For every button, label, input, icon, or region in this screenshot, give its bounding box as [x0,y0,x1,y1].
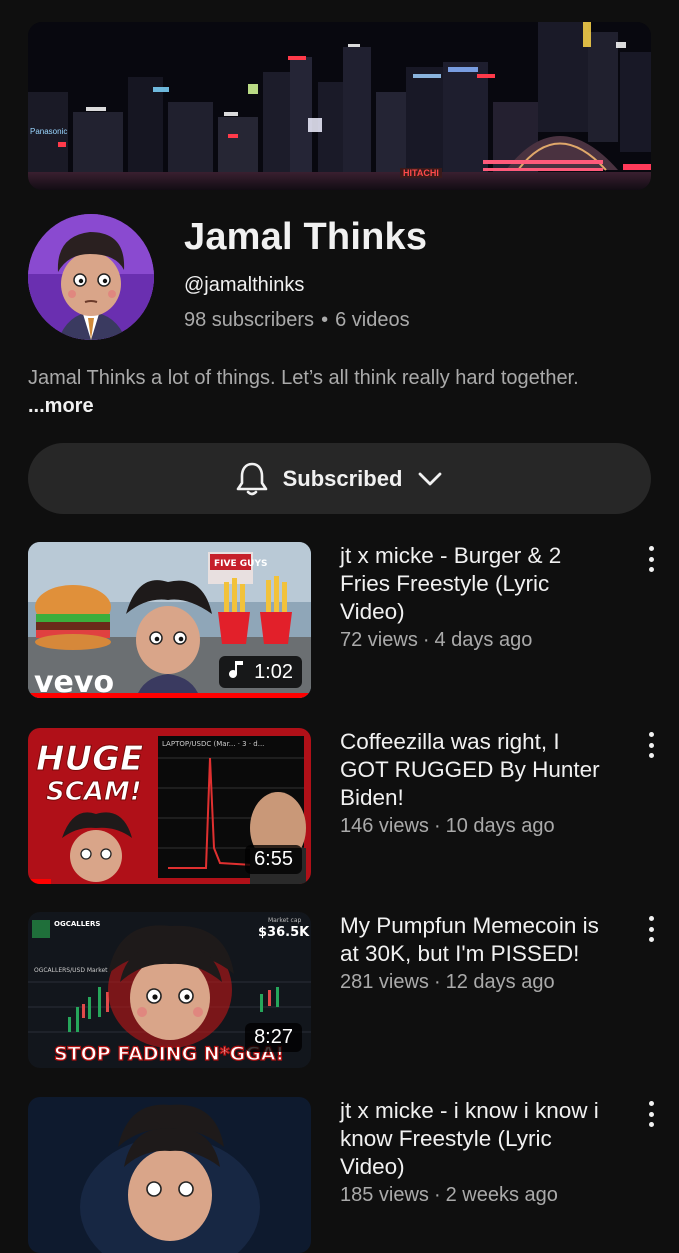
brand-text: OGCALLERS [54,920,100,928]
bell-icon [235,461,269,497]
subscribe-label: Subscribed [282,465,403,491]
duration-text: 1:02 [254,660,293,683]
video-thumbnail[interactable] [28,1097,311,1253]
sign-text: FIVE GUYS [214,559,267,569]
video-title-block[interactable]: Coffeezilla was right, I GOT RUGGED By H… [340,728,602,840]
video-meta: 146 views · 10 days ago [340,812,602,840]
view-count: 281 views [340,971,429,993]
more-options-icon[interactable] [644,916,658,942]
subscribe-button[interactable]: Subscribed [28,443,651,514]
mcap-value: $36.5K [258,925,310,940]
panasonic-sign: Panasonic [30,127,67,136]
duration-text: 8:27 [254,1026,293,1048]
chevron-down-icon [416,469,444,489]
pair-text: OGCALLERS/USD Market [34,967,108,974]
more-options-icon[interactable] [644,1101,658,1127]
upload-age: 10 days ago [445,815,555,837]
hitachi-sign: HITACHI [403,168,439,178]
subscriber-count: 98 subscribers [184,309,315,331]
video-title-block[interactable]: jt x micke - Burger & 2 Fries Freestyle … [340,542,602,654]
music-note-icon [228,659,246,685]
duration-text: 6:55 [254,848,293,870]
video-title[interactable]: My Pumpfun Memecoin is at 30K, but I'm P… [340,912,602,968]
channel-handle: @jamalthinks [184,274,305,296]
channel-name: Jamal Thinks [184,216,428,258]
upload-age: 2 weeks ago [445,1184,558,1206]
video-title[interactable]: jt x micke - i know i know i know Freest… [340,1097,602,1181]
more-link[interactable]: ...more [28,395,94,417]
video-thumbnail[interactable]: LAPTOP/USDC (Mar... · 3 · d... HUGE SCAM… [28,728,311,884]
description-text: Jamal Thinks a lot of things. Let’s all … [28,367,579,389]
video-title[interactable]: Coffeezilla was right, I GOT RUGGED By H… [340,728,602,812]
meta-separator: · [422,629,430,651]
channel-banner: HITACHI Panasonic [28,22,651,190]
watch-progress-bar [28,879,51,884]
video-title-block[interactable]: jt x micke - i know i know i know Freest… [340,1097,602,1209]
video-duration: 1:02 [219,656,302,688]
video-meta: 72 views · 4 days ago [340,626,602,654]
channel-stats: 98 subscribers • 6 videos [184,309,410,332]
upload-age: 12 days ago [445,971,555,993]
meta-separator: · [433,971,441,993]
video-thumbnail[interactable]: FIVE GUYS vevo 1:02 [28,542,311,698]
stats-separator: • [321,309,329,331]
video-title-block[interactable]: My Pumpfun Memecoin is at 30K, but I'm P… [340,912,602,996]
view-count: 185 views [340,1184,429,1206]
more-options-icon[interactable] [644,732,658,758]
channel-avatar[interactable] [28,214,154,340]
chart-label: LAPTOP/USDC (Mar... · 3 · d... [162,740,264,748]
view-count: 146 views [340,815,429,837]
video-thumbnail[interactable]: OGCALLERS OGCALLERS/USD Market Market ca… [28,912,311,1068]
scam-text: SCAM! [46,777,142,807]
video-duration: 6:55 [245,845,302,874]
huge-text: HUGE [36,739,143,779]
mcap-label: Market cap [268,917,302,924]
channel-description[interactable]: Jamal Thinks a lot of things. Let’s all … [28,364,588,420]
video-meta: 281 views · 12 days ago [340,968,602,996]
meta-separator: · [433,815,441,837]
video-meta: 185 views · 2 weeks ago [340,1181,602,1209]
more-options-icon[interactable] [644,546,658,572]
meta-separator: · [433,1184,441,1206]
video-count: 6 videos [335,309,410,331]
watch-progress-bar [28,693,311,698]
video-duration: 8:27 [245,1023,302,1052]
view-count: 72 views [340,629,418,651]
video-title[interactable]: jt x micke - Burger & 2 Fries Freestyle … [340,542,602,626]
upload-age: 4 days ago [434,629,533,651]
